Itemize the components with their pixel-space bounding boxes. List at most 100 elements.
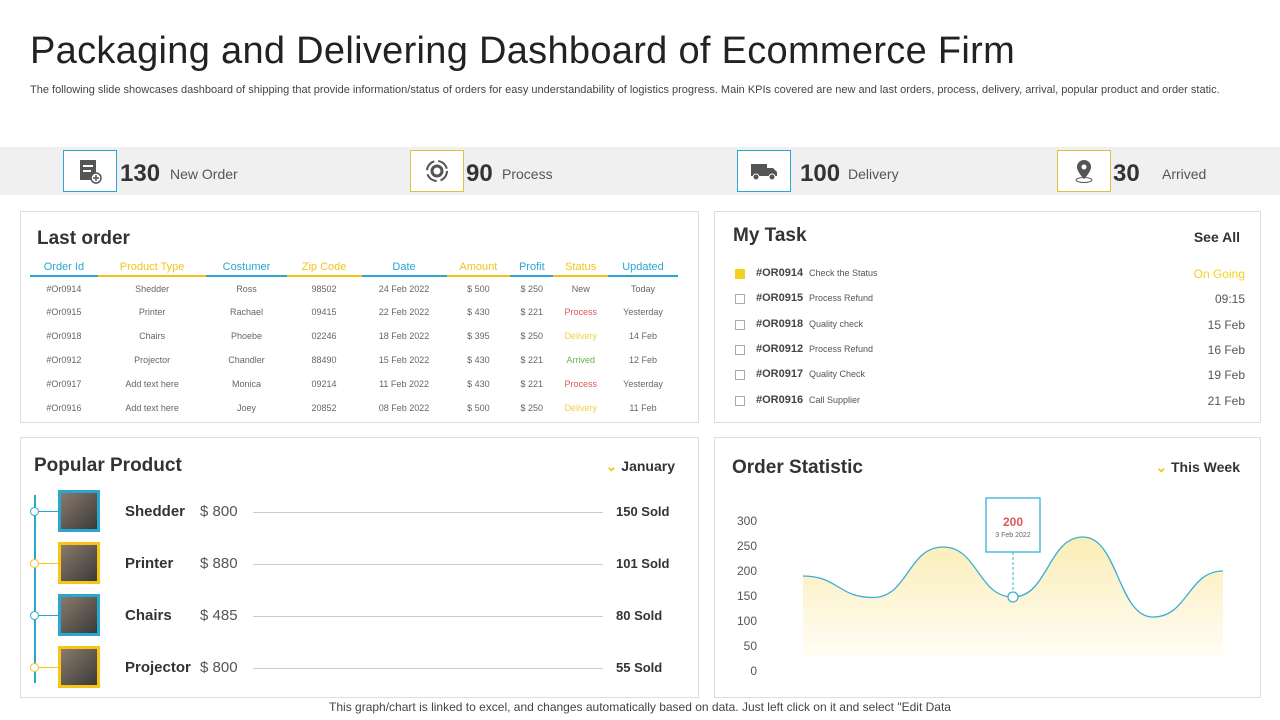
highlight-point[interactable] (1007, 591, 1019, 603)
page-title: Packaging and Delivering Dashboard of Ec… (30, 30, 1016, 72)
kpi-label: Arrived (1162, 166, 1207, 182)
table-cell: 11 Feb (629, 403, 657, 413)
task-checkbox[interactable] (735, 294, 745, 305)
column-header: Zip Code (286, 258, 362, 277)
product-item[interactable]: Projector $ 800 55 Sold (21, 646, 701, 690)
task-item: #OR0912 Process Refund 16 Feb (735, 341, 1245, 361)
column-header: Status (553, 258, 609, 277)
product-image (58, 542, 100, 584)
y-tick-label: 200 (737, 564, 757, 578)
divider (253, 564, 603, 565)
table-row[interactable]: #Or0917 Add text here Monica 09214 11 Feb 20… (30, 372, 678, 396)
table-cell: $ 430 (467, 307, 490, 317)
divider (253, 512, 603, 513)
table-cell: 09214 (311, 379, 337, 389)
y-tick-label: 0 (750, 664, 757, 678)
product-item[interactable]: Printer $ 880 101 Sold (21, 542, 701, 586)
task-checkbox[interactable] (735, 319, 745, 330)
task-checkbox[interactable] (735, 370, 745, 381)
page-description: The following slide showcases dashboard … (30, 84, 1220, 96)
annotation-tooltip: 200 3 Feb 2022 (985, 497, 1041, 603)
column-header: Profit (510, 258, 554, 277)
table-cell: 11 Feb 2022 (379, 379, 429, 389)
kpi-label: Process (502, 166, 553, 182)
task-date: On Going (1193, 267, 1245, 281)
y-tick-label: 250 (737, 539, 757, 553)
table-cell: $ 395 (467, 331, 490, 341)
order-statistic-chart[interactable]: 0 50 100 150 200 250 300 200 3 Feb 2022 (715, 438, 1262, 699)
table-cell: Rachael (229, 307, 263, 317)
kpi-value: 130 (120, 160, 161, 187)
product-price: $ 800 (200, 659, 238, 676)
table-cell: $ 221 (520, 379, 544, 389)
task-checkbox[interactable] (735, 269, 745, 279)
table-cell: 88490 (311, 355, 337, 365)
table-row[interactable]: #Or0914 Shedder Ross 98502 24 Feb 2022 $ 500 $… (30, 276, 678, 300)
table-cell: $ 250 (520, 403, 544, 413)
month-dropdown-value: January (621, 458, 675, 474)
table-cell: Projector (134, 355, 171, 365)
table-cell: 02246 (311, 331, 337, 341)
see-all-link[interactable]: See All (1194, 229, 1240, 245)
kpi-value: 90 (466, 160, 493, 187)
task-date: 21 Feb (1207, 393, 1245, 408)
connector (38, 667, 58, 668)
last-order-table: Order Id Product Type Costumer Zip Code Date… (30, 258, 678, 420)
table-cell: $ 500 (467, 283, 490, 294)
kpi-bar: 130 New Order 90 Process 100 Delivery 30… (0, 147, 1280, 195)
table-row[interactable]: #Or0918 Chairs Phoebe 02246 18 Feb 2022 $ 395… (30, 324, 678, 348)
table-cell: $ 500 (467, 403, 490, 413)
connector (38, 615, 58, 616)
table-cell: 22 Feb 2022 (378, 307, 430, 317)
last-order-panel: Last order Order Id Product Type Costumer Z… (20, 211, 699, 423)
kpi-label: Delivery (848, 166, 899, 182)
product-name: Shedder (125, 503, 186, 520)
table-cell: Yesterday (623, 379, 663, 389)
product-price: $ 800 (200, 503, 238, 520)
task-name: Quality Check (809, 369, 866, 380)
column-header: Date (361, 258, 447, 277)
kpi-label: New Order (170, 166, 238, 182)
table-cell: Joey (236, 403, 256, 413)
table-cell: Yesterday (623, 307, 663, 317)
column-header: Updated (608, 258, 678, 277)
kpi-value: 30 (1113, 160, 1140, 187)
task-id: #OR0916 (756, 393, 804, 406)
product-price: $ 485 (200, 607, 238, 624)
kpi-value: 100 (800, 160, 841, 187)
product-item[interactable]: Shedder $ 800 150 Sold (21, 490, 701, 534)
product-image (58, 490, 100, 532)
product-sold: 101 Sold (616, 556, 670, 571)
order-statistic-panel: Order Statistic ⌄ This Week 0 50 100 150 200… (714, 437, 1261, 698)
table-cell: 18 Feb 2022 (378, 331, 430, 341)
task-item: #OR0918 Quality check 15 Feb (735, 316, 1245, 336)
table-cell: Monica (231, 379, 261, 389)
product-item[interactable]: Chairs $ 485 80 Sold (21, 594, 701, 638)
my-task-title: My Task (733, 225, 807, 246)
table-row[interactable]: #Or0915 Printer Rachael 09415 22 Feb 2022 $ 4… (30, 300, 678, 324)
product-image (58, 594, 100, 636)
product-name: Printer (125, 555, 174, 572)
month-dropdown[interactable]: ⌄ January (606, 458, 675, 475)
table-cell: $ 221 (520, 307, 544, 317)
table-row[interactable]: #Or0912 Projector Chandler 88490 15 Feb 2022… (30, 348, 678, 372)
table-cell: #Or0914 (46, 283, 82, 294)
task-date: 15 Feb (1207, 317, 1245, 332)
task-id: #OR0912 (756, 342, 804, 355)
table-row[interactable]: #Or0916 Add text here Joey 20852 08 Feb 2022… (30, 396, 678, 420)
table-cell: Ross (236, 283, 257, 294)
order-form-icon (63, 150, 117, 192)
task-checkbox[interactable] (735, 344, 745, 355)
connector (38, 563, 58, 564)
product-name: Chairs (125, 607, 172, 624)
task-item: #OR0914 Check the Status On Going (735, 265, 1245, 285)
table-cell: 14 Feb (628, 331, 658, 341)
popular-product-panel: Popular Product ⌄ January Shedder $ 800 15… (20, 437, 699, 698)
y-tick-label: 100 (737, 614, 757, 628)
table-cell: 12 Feb (628, 355, 658, 365)
task-checkbox[interactable] (735, 395, 745, 406)
table-cell: 08 Feb 2022 (378, 403, 430, 413)
table-cell: #Or0916 (46, 403, 82, 413)
product-sold: 80 Sold (616, 608, 663, 623)
column-header: Costumer (206, 258, 287, 277)
